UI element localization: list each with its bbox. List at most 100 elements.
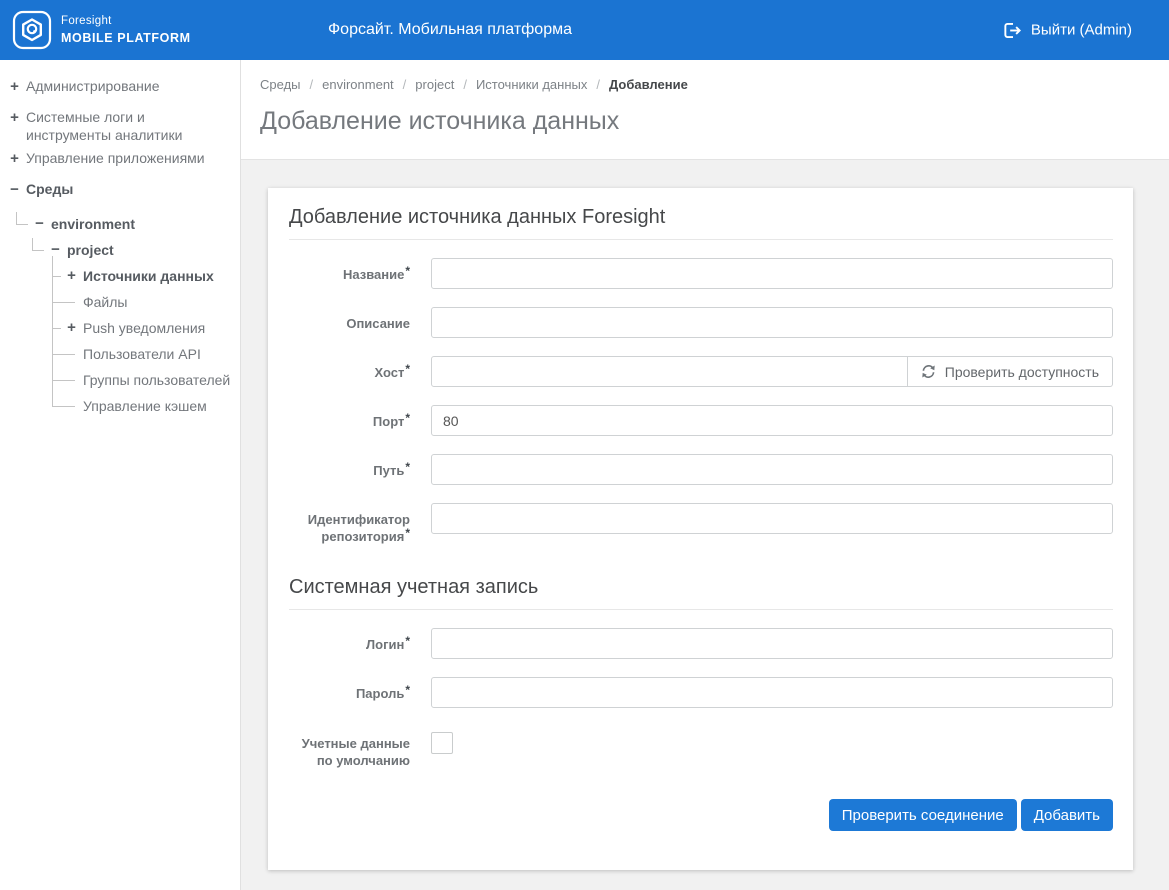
plus-icon: +: [8, 151, 21, 167]
sidebar-item-label: Управление кэшем: [83, 397, 232, 415]
sidebar-item-label: Системные логи и инструменты аналитики: [26, 108, 232, 144]
breadcrumb-item-environments[interactable]: Среды: [260, 77, 301, 92]
test-connection-button[interactable]: Проверить соединение: [829, 799, 1017, 831]
tree-dash: [52, 354, 75, 355]
app-logo[interactable]: Foresight MOBILE PLATFORM: [12, 10, 191, 50]
add-button[interactable]: Добавить: [1021, 799, 1113, 831]
sidebar: + Администрирование + Системные логи и и…: [0, 60, 241, 890]
plus-icon: +: [8, 110, 21, 126]
sidebar-item-app-management[interactable]: + Управление приложениями: [0, 149, 240, 175]
sidebar-item-cache-management[interactable]: Управление кэшем: [0, 393, 240, 419]
form-row-port: Порт*: [289, 405, 1113, 436]
plus-icon: +: [8, 79, 21, 95]
form-row-default-credentials: Учетные данные по умолчанию: [289, 732, 1113, 769]
form-row-path: Путь*: [289, 454, 1113, 485]
name-input[interactable]: [431, 258, 1113, 289]
form-section-title: Системная учетная запись: [289, 576, 1113, 610]
breadcrumb-item-data-sources[interactable]: Источники данных: [476, 77, 587, 92]
plus-icon: +: [65, 320, 78, 336]
required-asterisk: *: [405, 362, 410, 376]
login-input[interactable]: [431, 628, 1113, 659]
port-label: Порт*: [289, 405, 410, 431]
app-title: Форсайт. Мобильная платформа: [328, 21, 572, 39]
breadcrumb-item-current: Добавление: [609, 77, 688, 92]
foresight-logo-icon: [12, 10, 52, 50]
required-asterisk: *: [405, 411, 410, 425]
path-label-text: Путь: [373, 463, 404, 478]
sidebar-item-system-logs[interactable]: + Системные логи и инструменты аналитики: [0, 108, 240, 144]
repository-id-label: Идентификатор репозитория*: [289, 503, 410, 546]
sidebar-item-administration[interactable]: + Администрирование: [0, 77, 240, 103]
tree-dash: [52, 302, 75, 303]
tree-dash: [52, 276, 61, 277]
form-section-title: Добавление источника данных Foresight: [289, 206, 1113, 240]
project-children: + Источники данных Файлы + Push уведомле…: [0, 263, 240, 419]
sidebar-item-label: Источники данных: [83, 267, 232, 285]
host-input[interactable]: [431, 356, 908, 387]
sidebar-item-label: Пользователи API: [83, 345, 232, 363]
path-input[interactable]: [431, 454, 1113, 485]
breadcrumb-item-environment[interactable]: environment: [322, 77, 394, 92]
sidebar-item-label: Среды: [26, 180, 232, 198]
tree-dash: [52, 380, 75, 381]
sidebar-item-project[interactable]: − project: [0, 237, 240, 263]
description-label: Описание: [289, 307, 410, 332]
form-row-description: Описание: [289, 307, 1113, 338]
main-content: Среды / environment / project / Источник…: [241, 60, 1169, 890]
sidebar-item-environment[interactable]: − environment: [0, 211, 240, 237]
logout-button[interactable]: Выйти (Admin): [1004, 22, 1132, 39]
sidebar-item-push-notifications[interactable]: + Push уведомления: [0, 315, 240, 341]
check-availability-label: Проверить доступность: [945, 364, 1099, 380]
tree-dash: [52, 406, 75, 407]
breadcrumb-separator: /: [463, 77, 467, 92]
breadcrumb-separator: /: [310, 77, 314, 92]
sidebar-item-environments[interactable]: − Среды: [0, 180, 240, 206]
sidebar-item-label: environment: [51, 215, 232, 233]
required-asterisk: *: [405, 460, 410, 474]
repository-id-label-text: Идентификатор репозитория: [308, 512, 410, 544]
sidebar-item-user-groups[interactable]: Группы пользователей: [0, 367, 240, 393]
tree-elbow: [32, 238, 44, 251]
app-header: Foresight MOBILE PLATFORM Форсайт. Мобил…: [0, 0, 1169, 60]
breadcrumb-separator: /: [403, 77, 407, 92]
password-input[interactable]: [431, 677, 1113, 708]
description-input[interactable]: [431, 307, 1113, 338]
page-header: Среды / environment / project / Источник…: [241, 60, 1169, 160]
sidebar-item-label: project: [67, 241, 232, 259]
default-credentials-checkbox[interactable]: [431, 732, 453, 754]
form-row-password: Пароль*: [289, 677, 1113, 708]
required-asterisk: *: [405, 264, 410, 278]
tree-elbow: [16, 212, 28, 225]
form-row-repository-id: Идентификатор репозитория*: [289, 503, 1113, 546]
repository-id-input[interactable]: [431, 503, 1113, 534]
logout-label: Выйти (Admin): [1031, 22, 1132, 39]
logo-text: Foresight MOBILE PLATFORM: [61, 16, 191, 44]
name-label: Название*: [289, 258, 410, 284]
port-input[interactable]: [431, 405, 1113, 436]
minus-icon: −: [49, 242, 62, 258]
breadcrumb-item-project[interactable]: project: [415, 77, 454, 92]
sidebar-item-api-users[interactable]: Пользователи API: [0, 341, 240, 367]
form-row-name: Название*: [289, 258, 1113, 289]
content-area: Добавление источника данных Foresight На…: [241, 160, 1169, 890]
tree-dash: [52, 328, 61, 329]
sidebar-item-label: Файлы: [83, 293, 232, 311]
host-label-text: Хост: [374, 365, 404, 380]
sidebar-item-label: Управление приложениями: [26, 149, 232, 167]
breadcrumb-separator: /: [596, 77, 600, 92]
port-label-text: Порт: [373, 414, 404, 429]
sidebar-item-data-sources[interactable]: + Источники данных: [0, 263, 240, 289]
form-row-login: Логин*: [289, 628, 1113, 659]
tree-line: [52, 256, 53, 406]
sidebar-item-label: Push уведомления: [83, 319, 232, 337]
refresh-icon: [921, 364, 936, 379]
required-asterisk: *: [405, 526, 410, 540]
password-label: Пароль*: [289, 677, 410, 703]
check-availability-button[interactable]: Проверить доступность: [908, 356, 1113, 387]
default-credentials-label: Учетные данные по умолчанию: [289, 732, 410, 769]
breadcrumb: Среды / environment / project / Источник…: [260, 77, 1149, 92]
logo-line1: Foresight: [61, 16, 191, 28]
sidebar-item-files[interactable]: Файлы: [0, 289, 240, 315]
plus-icon: +: [65, 268, 78, 284]
path-label: Путь*: [289, 454, 410, 480]
